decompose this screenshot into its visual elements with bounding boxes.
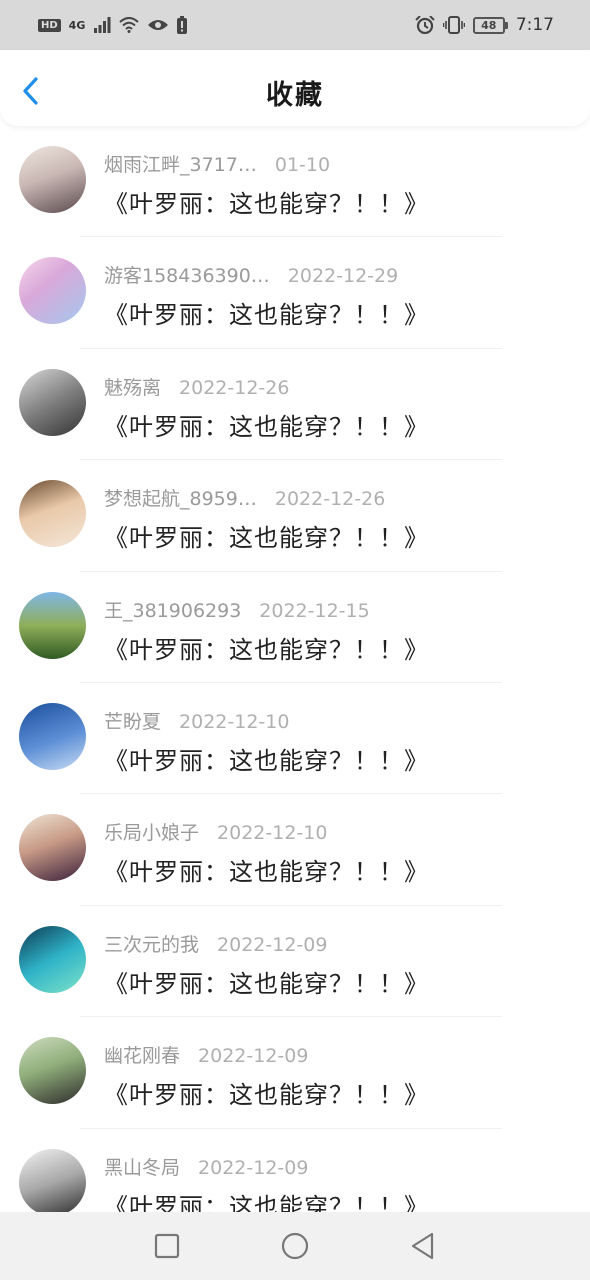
item-meta: 三次元的我 2022-12-09 bbox=[104, 930, 327, 957]
item-date: 2022-12-10 bbox=[217, 822, 328, 845]
avatar[interactable] bbox=[19, 1037, 86, 1105]
item-date: 2022-12-15 bbox=[259, 599, 370, 622]
signal-icon bbox=[94, 17, 111, 33]
status-left: HD 4G bbox=[38, 16, 188, 34]
wifi-icon bbox=[119, 17, 140, 33]
list-item[interactable]: 梦想起航_8959… 2022-12-26 《叶罗丽：这也能穿？！！》 bbox=[0, 460, 590, 572]
user-name: 芒盼夏 bbox=[104, 710, 162, 733]
user-name: 魅殇离 bbox=[104, 376, 162, 399]
user-name: 烟雨江畔_3717… bbox=[104, 154, 257, 176]
list-item[interactable]: 幽花刚春 2022-12-09 《叶罗丽：这也能穿？！！》 bbox=[0, 1017, 590, 1129]
item-meta: 梦想起航_8959… 2022-12-26 bbox=[104, 484, 385, 511]
book-title[interactable]: 《叶罗丽：这也能穿？！！》 bbox=[104, 1075, 429, 1110]
item-meta: 烟雨江畔_3717… 01-10 bbox=[104, 150, 330, 177]
list-item[interactable]: 魅殇离 2022-12-26 《叶罗丽：这也能穿？！！》 bbox=[0, 349, 590, 461]
list-item[interactable]: 游客158436390… 2022-12-29 《叶罗丽：这也能穿？！！》 bbox=[0, 237, 590, 349]
item-meta: 乐局小娘子 2022-12-10 bbox=[104, 818, 327, 845]
item-date: 2022-12-26 bbox=[274, 488, 386, 511]
user-name: 幽花刚春 bbox=[104, 1045, 181, 1068]
user-name: 王_381906293 bbox=[104, 599, 242, 622]
item-date: 2022-12-09 bbox=[198, 1156, 309, 1179]
user-name: 三次元的我 bbox=[104, 933, 200, 956]
avatar[interactable] bbox=[19, 591, 86, 659]
avatar[interactable] bbox=[19, 814, 86, 882]
status-right: 48 7:17 bbox=[415, 15, 554, 35]
book-title[interactable]: 《叶罗丽：这也能穿？！！》 bbox=[104, 964, 429, 999]
item-date: 01-10 bbox=[274, 154, 331, 176]
avatar[interactable] bbox=[19, 702, 86, 770]
avatar[interactable] bbox=[19, 257, 86, 325]
book-title[interactable]: 《叶罗丽：这也能穿？！！》 bbox=[104, 1187, 429, 1212]
book-title[interactable]: 《叶罗丽：这也能穿？！！》 bbox=[104, 852, 429, 887]
hd-indicator: HD bbox=[38, 18, 61, 32]
item-meta: 魅殇离 2022-12-26 bbox=[104, 373, 289, 400]
user-name: 乐局小娘子 bbox=[104, 822, 200, 845]
book-title[interactable]: 《叶罗丽：这也能穿？！！》 bbox=[104, 630, 429, 665]
page-title: 收藏 bbox=[266, 80, 324, 111]
book-title[interactable]: 《叶罗丽：这也能穿？！！》 bbox=[104, 518, 429, 553]
vibrate-icon bbox=[442, 16, 465, 34]
triangle-left-icon[interactable] bbox=[408, 1231, 438, 1261]
alert-icon bbox=[177, 16, 188, 34]
status-bar: HD 4G 48 7:17 bbox=[0, 0, 590, 50]
battery-level: 48 bbox=[472, 16, 505, 34]
circle-icon[interactable] bbox=[280, 1231, 310, 1261]
battery-icon: 48 bbox=[472, 16, 508, 34]
avatar[interactable] bbox=[19, 480, 86, 548]
app-header: 收藏 bbox=[0, 50, 590, 126]
list-item[interactable]: 芒盼夏 2022-12-10 《叶罗丽：这也能穿？！！》 bbox=[0, 683, 590, 795]
item-date: 2022-12-09 bbox=[217, 933, 328, 956]
avatar[interactable] bbox=[19, 1148, 86, 1212]
list-item[interactable]: 三次元的我 2022-12-09 《叶罗丽：这也能穿？！！》 bbox=[0, 906, 590, 1018]
item-meta: 芒盼夏 2022-12-10 bbox=[104, 707, 289, 734]
item-date: 2022-12-09 bbox=[198, 1045, 309, 1068]
user-name: 黑山冬局 bbox=[104, 1156, 181, 1179]
alarm-icon bbox=[415, 16, 435, 34]
item-date: 2022-12-26 bbox=[179, 376, 290, 399]
list-item[interactable]: 乐局小娘子 2022-12-10 《叶罗丽：这也能穿？！！》 bbox=[0, 794, 590, 906]
eye-icon bbox=[148, 20, 169, 30]
book-title[interactable]: 《叶罗丽：这也能穿？！！》 bbox=[104, 184, 429, 219]
avatar[interactable] bbox=[19, 925, 86, 993]
item-meta: 幽花刚春 2022-12-09 bbox=[104, 1041, 308, 1068]
book-title[interactable]: 《叶罗丽：这也能穿？！！》 bbox=[104, 295, 429, 330]
avatar[interactable] bbox=[19, 146, 86, 213]
item-meta: 黑山冬局 2022-12-09 bbox=[104, 1153, 308, 1180]
user-name: 梦想起航_8959… bbox=[104, 488, 257, 511]
network-type: 4G bbox=[68, 18, 86, 32]
square-icon[interactable] bbox=[152, 1231, 182, 1261]
avatar[interactable] bbox=[19, 368, 86, 436]
list-item[interactable]: 王_381906293 2022-12-15 《叶罗丽：这也能穿？！！》 bbox=[0, 572, 590, 683]
item-meta: 王_381906293 2022-12-15 bbox=[104, 596, 370, 623]
item-meta: 游客158436390… 2022-12-29 bbox=[104, 261, 398, 288]
system-nav-bar bbox=[0, 1212, 590, 1280]
item-date: 2022-12-29 bbox=[287, 265, 399, 288]
list-item[interactable]: 黑山冬局 2022-12-09 《叶罗丽：这也能穿？！！》 bbox=[0, 1129, 590, 1212]
book-title[interactable]: 《叶罗丽：这也能穿？！！》 bbox=[104, 741, 429, 776]
book-title[interactable]: 《叶罗丽：这也能穿？！！》 bbox=[104, 407, 429, 442]
item-date: 2022-12-10 bbox=[179, 710, 290, 733]
favorites-list: 烟雨江畔_3717… 01-10 《叶罗丽：这也能穿？！！》 游客158436390…… bbox=[0, 126, 590, 1212]
list-item[interactable]: 烟雨江畔_3717… 01-10 《叶罗丽：这也能穿？！！》 bbox=[0, 126, 590, 238]
user-name: 游客158436390… bbox=[104, 265, 270, 288]
clock: 7:17 bbox=[515, 15, 554, 35]
